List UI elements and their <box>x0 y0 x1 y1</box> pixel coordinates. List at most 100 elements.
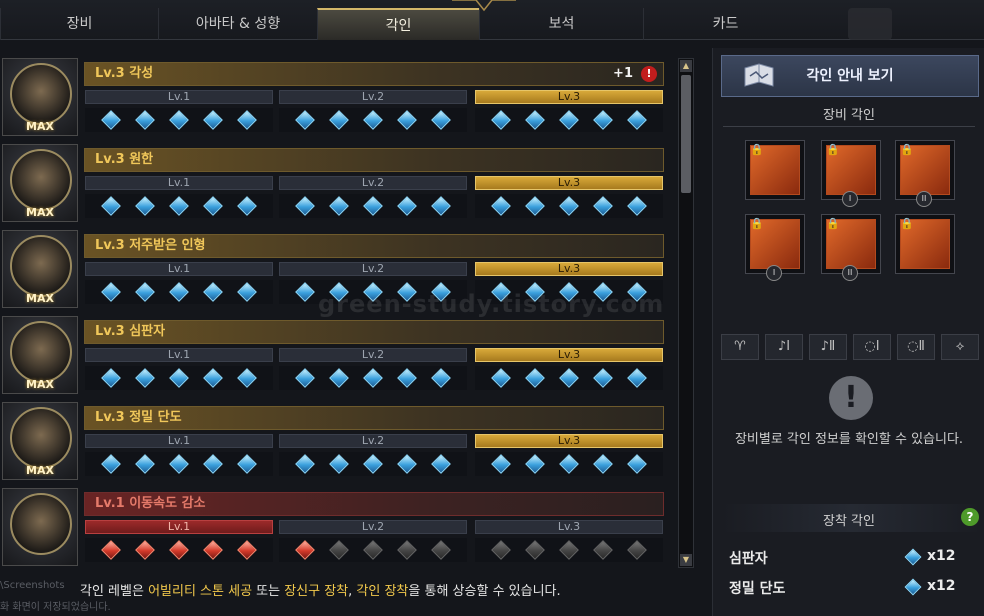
equipment-slot[interactable]: 🔒 <box>895 214 955 274</box>
engraving-point-icon <box>397 540 417 560</box>
engraving-point-icon <box>397 110 417 130</box>
footer-text: 각인 레벨은 <box>80 584 149 599</box>
engraving-point-icon <box>237 196 257 216</box>
engraving-point-icon <box>295 282 315 302</box>
engraving-title-bar: Lv.3 각성 +1! <box>84 62 664 86</box>
engraving-guide-button[interactable]: 각인 안내 보기 <box>721 55 979 97</box>
tab-cards[interactable]: 카드 <box>643 8 807 40</box>
tab-equipment[interactable]: 장비 <box>0 8 158 40</box>
level-segment: Lv.2 <box>279 176 467 190</box>
gem-track <box>279 194 467 218</box>
lock-icon: 🔒 <box>826 217 840 230</box>
engraving-point-icon <box>525 454 545 474</box>
footer-text: 또는 <box>252 584 285 599</box>
tab-gems[interactable]: 보석 <box>479 8 643 40</box>
level-segment: Lv.1 <box>85 348 273 362</box>
engraving-title-bar: Lv.3 원한 <box>84 148 664 172</box>
engraving-point-icon <box>593 454 613 474</box>
engraving-point-icon <box>203 282 223 302</box>
engraving-row[interactable]: MAX Lv.3 원한 Lv.1 Lv.2 Lv.3 <box>0 142 668 224</box>
engraving-point-icon <box>491 110 511 130</box>
footer-highlight: 어빌리티 스톤 세공 <box>148 584 253 599</box>
engraving-row[interactable]: MAX Lv.3 정밀 단도 Lv.1 Lv.2 Lv.3 <box>0 400 668 482</box>
engraving-row[interactable]: MAX Lv.3 각성 +1! Lv.1 Lv.2 Lv.3 <box>0 56 668 138</box>
stone-filter-icon[interactable]: ⟡ <box>941 334 979 360</box>
engraving-point-icon <box>237 454 257 474</box>
engraving-point-icon <box>101 196 121 216</box>
engraving-point-icon <box>431 110 451 130</box>
chat-icon[interactable] <box>848 8 892 40</box>
gem-track <box>85 452 273 476</box>
engraving-point-icon <box>593 110 613 130</box>
alert-icon[interactable]: ! <box>641 66 657 82</box>
engraving-point-icon <box>491 368 511 388</box>
tab-avatar-personality[interactable]: 아바타 & 성향 <box>158 8 317 40</box>
earring-1-filter-icon[interactable]: ♪Ⅰ <box>765 334 803 360</box>
engraving-point-icon <box>329 368 349 388</box>
help-icon[interactable]: ? <box>961 508 979 526</box>
equipment-slot[interactable]: 🔒 II <box>821 214 881 281</box>
engraving-point-icon <box>491 454 511 474</box>
engraving-point-icon <box>525 540 545 560</box>
gem-track <box>475 108 663 132</box>
equipment-engraving-title: 장비 각인 <box>823 108 875 123</box>
lock-icon: 🔒 <box>826 143 840 156</box>
engraving-point-icon <box>169 282 189 302</box>
scroll-up-icon[interactable]: ▲ <box>680 60 692 72</box>
earring-2-filter-icon[interactable]: ♪Ⅱ <box>809 334 847 360</box>
engraving-point-icon <box>525 110 545 130</box>
ring-2-filter-icon[interactable]: ◌Ⅱ <box>897 334 935 360</box>
level-segment: Lv.2 <box>279 434 467 448</box>
engraving-point-icon <box>559 454 579 474</box>
equipment-slot[interactable]: 🔒 II <box>895 140 955 207</box>
equipment-slot[interactable]: 🔒 I <box>821 140 881 207</box>
engraving-point-icon <box>295 196 315 216</box>
engraving-point-icon <box>295 110 315 130</box>
engraving-emblem-icon <box>10 321 72 383</box>
level-segment: Lv.1 <box>85 90 273 104</box>
equipped-engraving-count: x12 <box>927 548 956 564</box>
scroll-down-icon[interactable]: ▼ <box>680 554 692 566</box>
engraving-portrait: MAX <box>2 316 78 394</box>
lock-icon: 🔒 <box>900 143 914 156</box>
engraving-point-icon <box>559 196 579 216</box>
equipment-slot[interactable]: 🔒 I <box>745 214 805 281</box>
engraving-point-icon <box>101 454 121 474</box>
engraving-row[interactable]: Lv.1 이동속도 감소 Lv.1 Lv.2 Lv.3 <box>0 486 668 568</box>
engraving-point-icon <box>627 110 647 130</box>
level-segment: Lv.3 <box>475 90 663 104</box>
scrollbar[interactable]: ▲ ▼ <box>678 58 694 568</box>
equipped-engraving-name: 정밀 단도 <box>729 581 786 597</box>
engraving-point-icon <box>397 368 417 388</box>
gem-track <box>85 538 273 562</box>
slot-index-badge: II <box>842 265 858 281</box>
gem-track <box>85 194 273 218</box>
engraving-point-icon <box>237 110 257 130</box>
equipment-slot[interactable]: 🔒 <box>745 140 805 200</box>
engraving-point-icon <box>135 454 155 474</box>
engraving-point-icon <box>237 368 257 388</box>
engraving-emblem-icon <box>10 149 72 211</box>
engraving-title-bar: Lv.3 저주받은 인형 <box>84 234 664 258</box>
engraving-point-icon <box>169 196 189 216</box>
engraving-row[interactable]: MAX Lv.3 심판자 Lv.1 Lv.2 Lv.3 <box>0 314 668 396</box>
engraving-emblem-icon <box>10 493 72 555</box>
scroll-thumb[interactable] <box>681 75 691 193</box>
max-badge: MAX <box>26 378 54 391</box>
ring-1-filter-icon[interactable]: ◌Ⅰ <box>853 334 891 360</box>
max-badge: MAX <box>26 206 54 219</box>
gem-track <box>475 452 663 476</box>
gem-track <box>85 108 273 132</box>
engraving-title: Lv.3 저주받은 인형 <box>95 238 206 253</box>
slot-index-badge: I <box>842 191 858 207</box>
gem-track <box>279 452 467 476</box>
screenshot-notice: \Screenshots <box>0 580 65 591</box>
engraving-point-icon <box>101 368 121 388</box>
tab-engraving[interactable]: 각인 <box>317 8 479 40</box>
engraving-point-icon <box>295 454 315 474</box>
engraving-portrait: MAX <box>2 58 78 136</box>
engraving-point-icon <box>593 540 613 560</box>
engraving-point-icon <box>525 196 545 216</box>
necklace-filter-icon[interactable]: ♈ <box>721 334 759 360</box>
engraving-point-icon <box>397 196 417 216</box>
